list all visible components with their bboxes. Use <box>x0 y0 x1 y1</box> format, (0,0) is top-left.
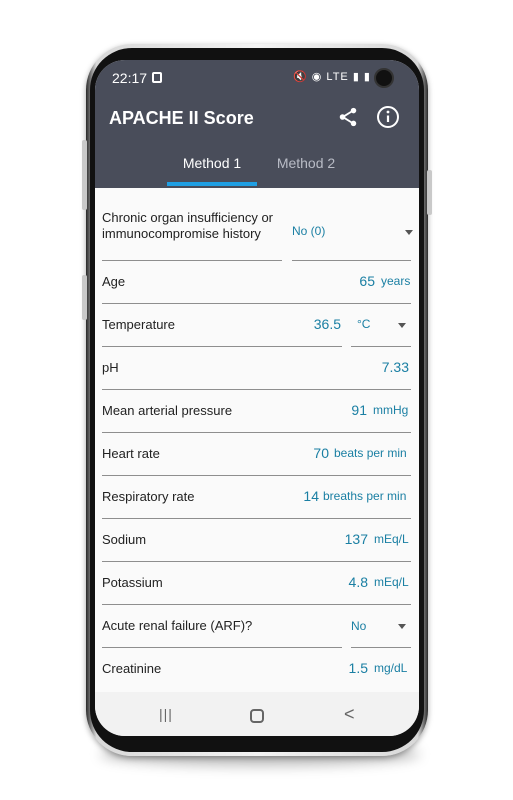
info-icon[interactable] <box>376 105 400 129</box>
arf-row: Acute renal failure (ARF)? No <box>102 605 411 648</box>
temperature-unit-select[interactable]: °C <box>357 317 370 331</box>
temperature-input[interactable]: 36.5 <box>314 316 341 332</box>
ph-input[interactable]: 7.33 <box>382 359 409 375</box>
potassium-row: Potassium 4.8 mEq/L <box>102 562 411 605</box>
home-icon[interactable] <box>250 709 264 723</box>
map-label: Mean arterial pressure <box>102 403 233 418</box>
arf-select[interactable]: No <box>351 619 366 633</box>
power-button <box>427 170 432 215</box>
back-icon[interactable]: < <box>344 704 355 725</box>
chronic-history-row: Chronic organ insufficiency or immunocom… <box>102 204 413 261</box>
bixby-button <box>82 275 87 320</box>
camera-cutout <box>374 68 394 88</box>
tab-method-2[interactable]: Method 2 <box>261 155 351 171</box>
ph-row: pH 7.33 <box>102 347 411 390</box>
age-unit: years <box>381 274 411 288</box>
age-input[interactable]: 65 <box>359 273 375 289</box>
heart-rate-label: Heart rate <box>102 446 160 461</box>
potassium-label: Potassium <box>102 575 163 590</box>
age-row: Age 65 years <box>102 261 411 304</box>
app-bar: APACHE II Score Method 1 Method 2 <box>95 94 419 188</box>
resp-rate-input[interactable]: 14 <box>303 488 319 504</box>
status-bar: 22:17 🔇 ◉ LTE ▮ ▮ <box>95 60 419 94</box>
heart-rate-unit: beats per min <box>334 446 407 460</box>
status-time: 22:17 <box>112 70 148 86</box>
heart-rate-input[interactable]: 70 <box>313 445 329 461</box>
arf-label: Acute renal failure (ARF)? <box>102 618 253 633</box>
resp-rate-label: Respiratory rate <box>102 489 195 504</box>
volume-button <box>82 140 87 210</box>
sodium-label: Sodium <box>102 532 147 547</box>
chevron-down-icon[interactable] <box>398 323 406 328</box>
chronic-history-select[interactable]: No (0) <box>292 224 325 238</box>
creatinine-input[interactable]: 1.5 <box>349 660 368 676</box>
heart-rate-row: Heart rate 70 beats per min <box>102 433 411 476</box>
chevron-down-icon[interactable] <box>405 230 413 235</box>
share-icon[interactable] <box>337 106 359 128</box>
score-form: Chronic organ insufficiency or immunocom… <box>95 188 419 692</box>
recent-apps-icon[interactable]: ||| <box>159 706 173 722</box>
screen: 22:17 🔇 ◉ LTE ▮ ▮ APACHE II Score Method… <box>95 60 419 736</box>
sodium-input[interactable]: 137 <box>345 531 368 547</box>
creatinine-unit: mg/dL <box>374 661 408 675</box>
temperature-row: Temperature 36.5 °C <box>102 304 411 347</box>
sodium-unit: mEq/L <box>374 532 409 546</box>
sodium-row: Sodium 137 mEq/L <box>102 519 411 562</box>
temperature-label: Temperature <box>102 317 175 332</box>
creatinine-row: Creatinine 1.5 mg/dL <box>102 648 411 691</box>
map-input[interactable]: 91 <box>351 402 367 418</box>
creatinine-label: Creatinine <box>102 661 162 676</box>
resp-rate-unit: breaths per min <box>323 489 407 503</box>
potassium-input[interactable]: 4.8 <box>349 574 368 590</box>
resp-rate-row: Respiratory rate 14 breaths per min <box>102 476 411 519</box>
chevron-down-icon[interactable] <box>398 624 406 629</box>
tab-indicator <box>167 182 257 186</box>
ph-label: pH <box>102 360 119 375</box>
nav-bar: ||| < <box>95 692 419 736</box>
potassium-unit: mEq/L <box>374 575 409 589</box>
chronic-history-label: Chronic organ insufficiency or immunocom… <box>102 210 274 241</box>
age-label: Age <box>102 274 126 289</box>
map-unit: mmHg <box>373 403 409 417</box>
status-icons: 🔇 ◉ LTE ▮ ▮ <box>293 71 371 83</box>
tab-method-1[interactable]: Method 1 <box>167 155 257 171</box>
notification-icon <box>152 72 162 83</box>
map-row: Mean arterial pressure 91 mmHg <box>102 390 411 433</box>
page-title: APACHE II Score <box>109 108 254 128</box>
